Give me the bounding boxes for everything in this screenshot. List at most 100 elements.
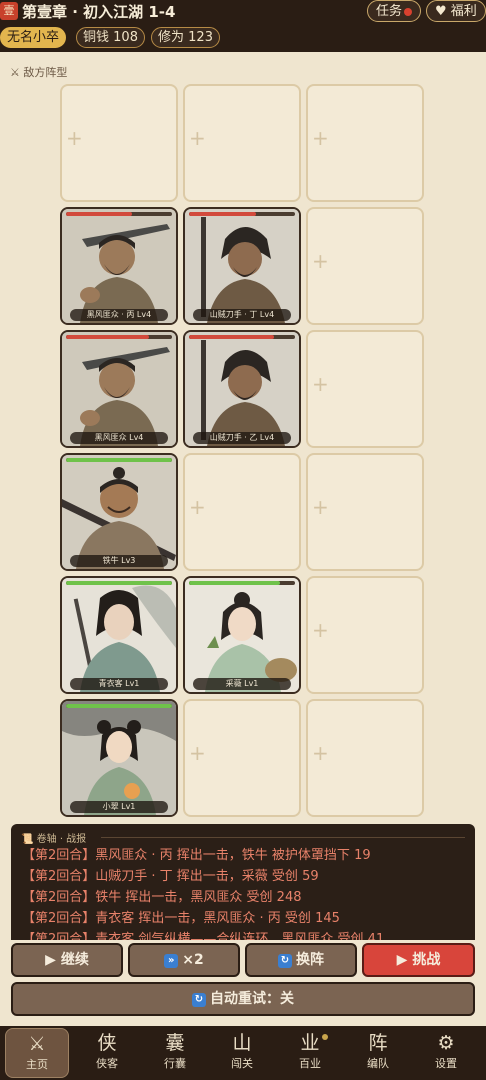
empty-slot[interactable]: + (306, 699, 424, 817)
divider (101, 837, 465, 838)
bandit-portrait (62, 209, 176, 323)
empty-slot[interactable]: + (183, 84, 301, 202)
plus-icon: + (189, 741, 206, 765)
empty-slot[interactable]: + (183, 699, 301, 817)
hp-bar (66, 212, 172, 216)
play-icon: ▶ (396, 952, 408, 968)
plus-icon: + (312, 495, 329, 519)
plus-icon: + (312, 618, 329, 642)
coins-label: 铜钱 (83, 30, 110, 45)
nav-label: 编队 (367, 1057, 389, 1070)
nav-heroes[interactable]: 侠 侠客 (75, 1028, 139, 1078)
tieniu-portrait (62, 455, 176, 569)
empty-slot[interactable]: + (183, 453, 301, 571)
continue-button[interactable]: ▶ 继续 (11, 943, 123, 977)
top-bar: 壹 第壹章 · 初入江湖 1-4 任务 ♥ 福利 无名小卒 铜钱 108 修为 … (0, 0, 486, 52)
crossed-swords-icon: ⚔ (10, 66, 20, 79)
unit-name-label: 山贼刀手 · 丁 Lv4 (193, 309, 291, 321)
welfare-label: 福利 (450, 4, 477, 19)
task-label: 任务 (376, 4, 403, 19)
cultivation-badge: 修为 123 (151, 27, 220, 48)
hp-bar (189, 212, 295, 216)
mountain-icon: 山 (232, 1032, 252, 1054)
trades-icon: 业 (300, 1032, 320, 1054)
nav-label: 行囊 (164, 1057, 186, 1070)
log-line: 【第2回合】青衣客 剑气纵横——合纵连环，黑风匪众 受创 41 (22, 932, 385, 940)
unit-card[interactable]: 黑风匪众 · 丙 Lv4 (60, 207, 178, 325)
cultivation-value: 123 (188, 30, 213, 45)
coins-badge: 铜钱 108 (76, 27, 145, 48)
plus-icon: + (189, 495, 206, 519)
enemy-formation-label: ⚔ 敌方阵型 (10, 66, 68, 79)
nav-label: 主页 (26, 1058, 48, 1071)
empty-slot[interactable]: + (306, 330, 424, 448)
battle-log-title: 📜 卷轴 · 战报 (21, 834, 87, 845)
player-name-badge: 无名小卒 (0, 27, 67, 48)
empty-slot[interactable]: + (306, 453, 424, 571)
unit-card[interactable]: 黑风匪众 Lv4 (60, 330, 178, 448)
coins-value: 108 (113, 30, 138, 45)
nav-home[interactable]: ⚔ 主页 (5, 1028, 69, 1078)
fast-forward-icon: » (164, 954, 179, 968)
nav-bag[interactable]: 囊 行囊 (143, 1028, 207, 1078)
nav-stages[interactable]: 山 闯关 (210, 1028, 274, 1078)
swap-formation-button[interactable]: ↻ 换阵 (245, 943, 357, 977)
unit-name-label: 采薇 Lv1 (193, 678, 291, 690)
swordsman-bandit-portrait (185, 209, 299, 323)
notification-dot-icon (404, 7, 413, 16)
gear-icon: ⚙ (437, 1032, 455, 1054)
auto-retry-toggle[interactable]: ↻ 自动重试：关 (11, 982, 475, 1016)
empty-slot[interactable]: + (306, 84, 424, 202)
hp-bar (66, 458, 172, 462)
unit-card[interactable]: 青衣客 Lv1 (60, 576, 178, 694)
cultivation-label: 修为 (158, 30, 185, 45)
unit-name-label: 小翠 Lv1 (70, 801, 168, 813)
hp-bar (66, 581, 172, 585)
scroll-icon: 📜 (21, 834, 34, 845)
nav-trades[interactable]: 业 百业 (278, 1028, 342, 1078)
log-line: 【第2回合】黑风匪众 · 丙 挥出一击，铁牛 被护体罩挡下 19 (22, 848, 371, 863)
plus-icon: + (66, 126, 83, 150)
plus-icon: + (312, 741, 329, 765)
empty-slot[interactable]: + (60, 84, 178, 202)
swordsman-bandit-portrait (185, 332, 299, 446)
formation-icon: 阵 (368, 1032, 388, 1054)
plus-icon: + (312, 126, 329, 150)
nav-formation[interactable]: 阵 编队 (346, 1028, 410, 1078)
log-line: 【第2回合】青衣客 挥出一击，黑风匪众 · 丙 受创 145 (22, 911, 340, 926)
bag-icon: 囊 (165, 1032, 185, 1054)
unit-name-label: 青衣客 Lv1 (70, 678, 168, 690)
bottom-nav: ⚔ 主页 侠 侠客 囊 行囊 山 闯关 业 百业 阵 编队 ⚙ 设置 (0, 1026, 486, 1080)
unit-name-label: 黑风匪众 Lv4 (70, 432, 168, 444)
unit-card[interactable]: 小翠 Lv1 (60, 699, 178, 817)
chapter-seal-icon: 壹 (0, 2, 18, 20)
task-button[interactable]: 任务 (367, 0, 422, 22)
heroes-icon: 侠 (97, 1032, 117, 1054)
empty-slot[interactable]: + (306, 207, 424, 325)
challenge-button[interactable]: ▶ 挑战 (362, 943, 475, 977)
plus-icon: + (312, 249, 329, 273)
unit-name-label: 铁牛 Lv3 (70, 555, 168, 567)
log-line: 【第2回合】山贼刀手 · 丁 挥出一击，采薇 受创 59 (22, 869, 319, 884)
chapter-title: 第壹章 · 初入江湖 1-4 (22, 3, 176, 21)
notification-dot-icon (322, 1034, 328, 1040)
unit-card[interactable]: 山贼刀手 · 乙 Lv4 (183, 330, 301, 448)
welfare-button[interactable]: ♥ 福利 (426, 0, 486, 22)
nav-label: 闯关 (231, 1057, 253, 1070)
qingyike-portrait (62, 578, 176, 692)
nav-settings[interactable]: ⚙ 设置 (414, 1028, 478, 1078)
unit-card[interactable]: 铁牛 Lv3 (60, 453, 178, 571)
play-icon: ▶ (45, 952, 56, 968)
player-name: 无名小卒 (7, 30, 60, 45)
log-line: 【第2回合】铁牛 挥出一击，黑风匪众 受创 248 (22, 890, 302, 905)
unit-card[interactable]: 采薇 Lv1 (183, 576, 301, 694)
battle-log[interactable]: 📜 卷轴 · 战报 【第2回合】黑风匪众 · 丙 挥出一击，铁牛 被护体罩挡下 … (11, 824, 475, 940)
caiwei-portrait (185, 578, 299, 692)
empty-slot[interactable]: + (306, 576, 424, 694)
bandit-portrait (62, 332, 176, 446)
hp-bar (189, 581, 295, 585)
nav-label: 百业 (299, 1057, 321, 1070)
refresh-icon: ↻ (278, 954, 292, 968)
unit-card[interactable]: 山贼刀手 · 丁 Lv4 (183, 207, 301, 325)
speed-button[interactable]: » ×2 (128, 943, 240, 977)
